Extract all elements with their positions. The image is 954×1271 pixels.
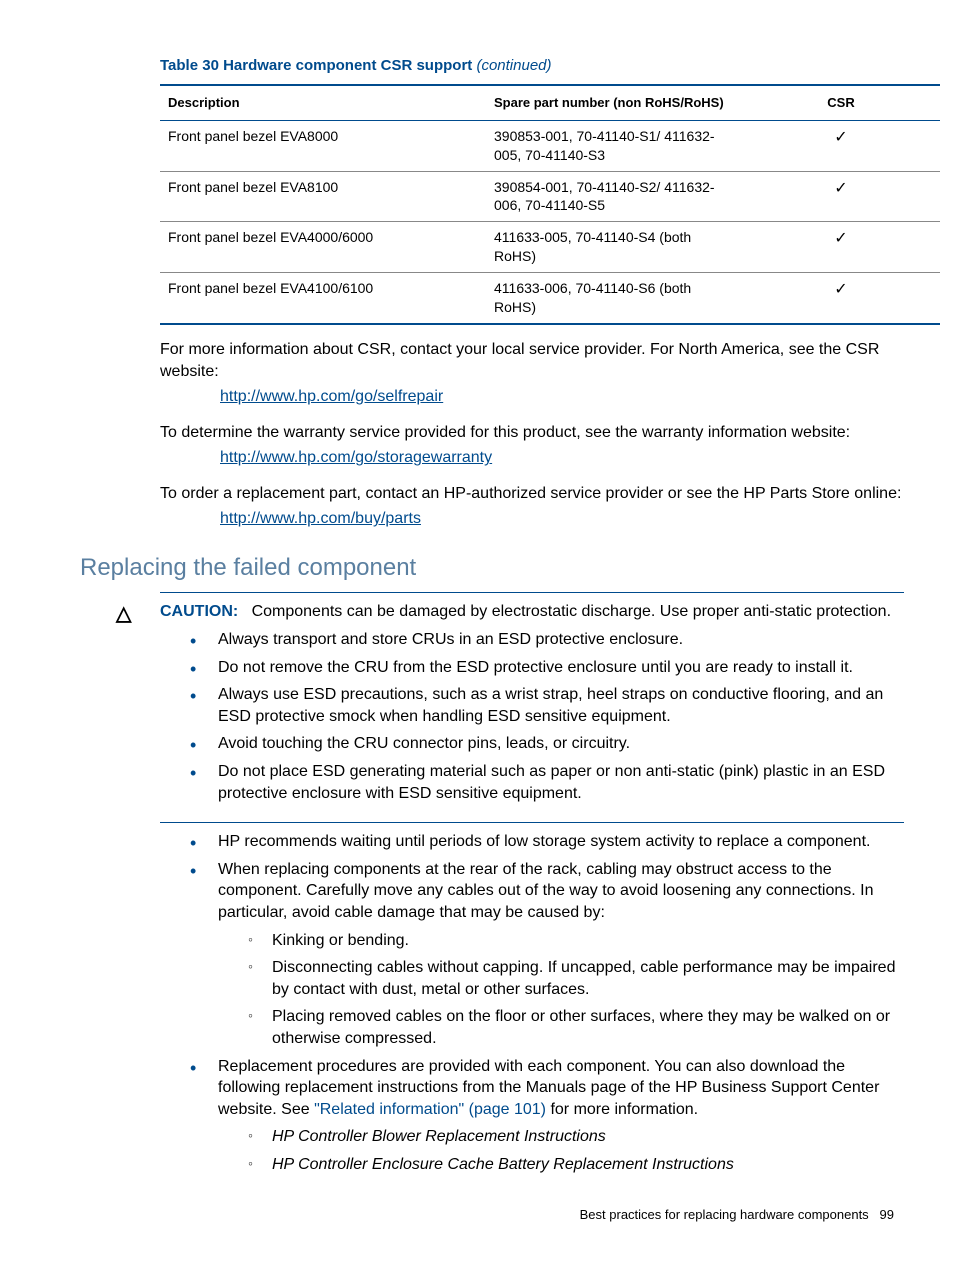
cell-csr: ✓ — [742, 273, 940, 324]
csr-table: Description Spare part number (non RoHS/… — [160, 84, 940, 325]
sub-list-item: Kinking or bending. — [248, 930, 904, 952]
sub-list-item: Placing removed cables on the floor or o… — [248, 1006, 904, 1049]
sub-bullet-list: Kinking or bending. Disconnecting cables … — [248, 930, 904, 1050]
table-caption: Table 30 Hardware component CSR support … — [160, 56, 904, 76]
caution-text: Components can be damaged by electrostat… — [252, 603, 891, 620]
cell-csr: ✓ — [742, 222, 940, 273]
sub-bullet-list: HP Controller Blower Replacement Instruc… — [248, 1126, 904, 1175]
cell-spare: 411633-005, 70-41140-S4 (both RoHS) — [486, 222, 742, 273]
storagewarranty-link[interactable]: http://www.hp.com/go/storagewarranty — [220, 449, 492, 466]
parts-link[interactable]: http://www.hp.com/buy/parts — [220, 510, 421, 527]
cell-spare: 390854-001, 70-41140-S2/ 411632-006, 70-… — [486, 171, 742, 222]
footer-text: Best practices for replacing hardware co… — [580, 1207, 869, 1222]
sub-list-item: Disconnecting cables without capping. If… — [248, 957, 904, 1000]
csr-info-paragraph: For more information about CSR, contact … — [160, 339, 904, 382]
cell-description: Front panel bezel EVA8000 — [160, 120, 486, 171]
table-caption-continued: (continued) — [476, 57, 551, 74]
parts-info-paragraph: To order a replacement part, contact an … — [160, 483, 904, 505]
table-caption-main: Table 30 Hardware component CSR support — [160, 57, 472, 74]
main-bullet-list: HP recommends waiting until periods of l… — [190, 831, 904, 1175]
cell-description: Front panel bezel EVA4100/6100 — [160, 273, 486, 324]
th-spare: Spare part number (non RoHS/RoHS) — [486, 85, 742, 120]
selfrepair-link[interactable]: http://www.hp.com/go/selfrepair — [220, 388, 443, 405]
list-item: Always use ESD precautions, such as a wr… — [190, 684, 904, 727]
page-number: 99 — [880, 1207, 894, 1222]
caution-bullet-list: Always transport and store CRUs in an ES… — [190, 629, 904, 804]
bullet-text-post: for more information. — [546, 1101, 698, 1118]
list-item: HP recommends waiting until periods of l… — [190, 831, 904, 853]
section-heading: Replacing the failed component — [80, 552, 904, 584]
cell-csr: ✓ — [742, 120, 940, 171]
cell-spare: 390853-001, 70-41140-S1/ 411632-005, 70-… — [486, 120, 742, 171]
table-row: Front panel bezel EVA8100390854-001, 70-… — [160, 171, 940, 222]
table-row: Front panel bezel EVA8000390853-001, 70-… — [160, 120, 940, 171]
warranty-info-paragraph: To determine the warranty service provid… — [160, 422, 904, 444]
list-item: Do not remove the CRU from the ESD prote… — [190, 657, 904, 679]
caution-block: △ CAUTION: Components can be damaged by … — [160, 592, 904, 823]
th-csr: CSR — [742, 85, 940, 120]
cell-spare: 411633-006, 70-41140-S6 (both RoHS) — [486, 273, 742, 324]
caution-icon: △ — [116, 601, 131, 628]
cell-csr: ✓ — [742, 171, 940, 222]
caution-label: CAUTION: — [160, 603, 238, 620]
list-item: Do not place ESD generating material suc… — [190, 761, 904, 804]
page-footer: Best practices for replacing hardware co… — [50, 1206, 904, 1224]
related-info-xref[interactable]: "Related information" (page 101) — [314, 1101, 546, 1118]
list-item: Always transport and store CRUs in an ES… — [190, 629, 904, 651]
cell-description: Front panel bezel EVA4000/6000 — [160, 222, 486, 273]
table-row: Front panel bezel EVA4000/6000411633-005… — [160, 222, 940, 273]
sub-list-item: HP Controller Enclosure Cache Battery Re… — [248, 1154, 904, 1176]
table-row: Front panel bezel EVA4100/6100411633-006… — [160, 273, 940, 324]
th-description: Description — [160, 85, 486, 120]
sub-list-item: HP Controller Blower Replacement Instruc… — [248, 1126, 904, 1148]
bullet-text: When replacing components at the rear of… — [218, 861, 874, 921]
list-item: Replacement procedures are provided with… — [190, 1056, 904, 1176]
list-item: When replacing components at the rear of… — [190, 859, 904, 1050]
list-item: Avoid touching the CRU connector pins, l… — [190, 733, 904, 755]
cell-description: Front panel bezel EVA8100 — [160, 171, 486, 222]
